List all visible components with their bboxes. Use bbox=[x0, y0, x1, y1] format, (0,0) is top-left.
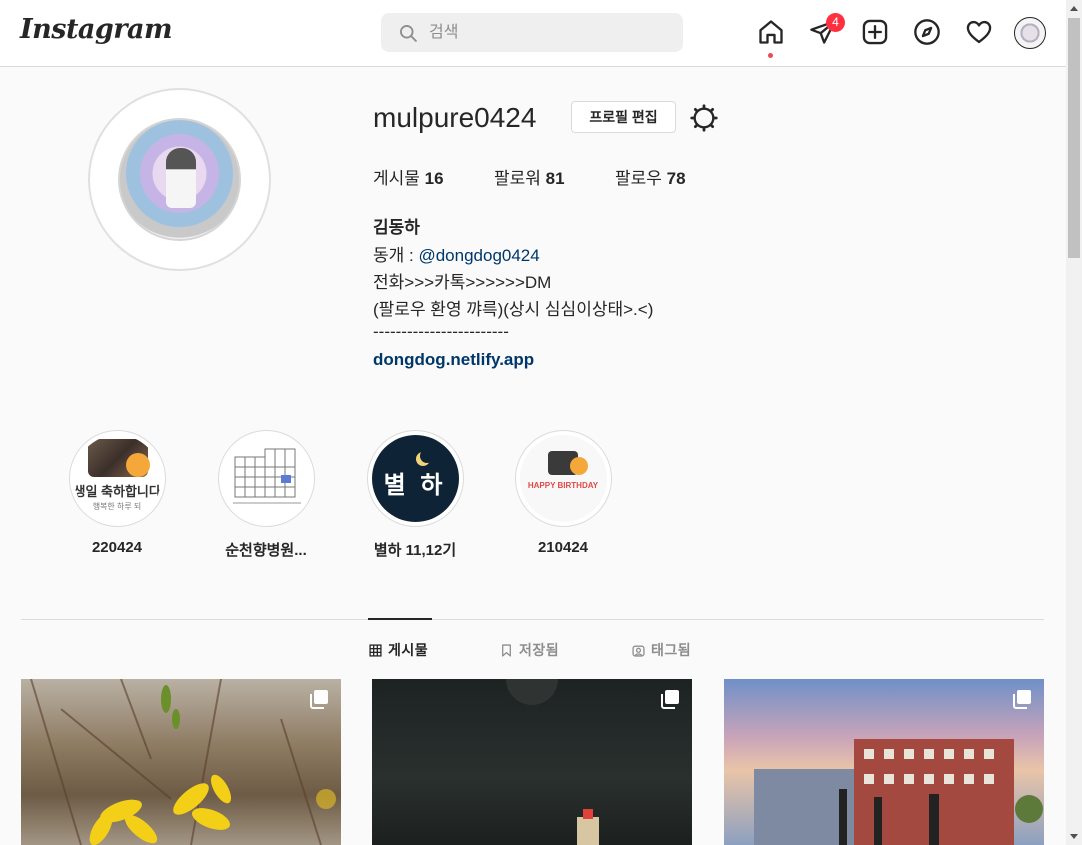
profile-picture-ring[interactable] bbox=[88, 88, 271, 271]
multiple-photos-icon bbox=[660, 689, 680, 709]
search-icon bbox=[400, 25, 417, 42]
highlight-cover-ring: HAPPY BIRTHDAY bbox=[514, 430, 612, 527]
highlight-item[interactable]: 별 하 별하 11,12기 bbox=[355, 430, 475, 560]
edit-profile-button[interactable]: 프로필 편집 bbox=[571, 101, 676, 133]
tab-saved[interactable]: 저장됨 bbox=[500, 640, 559, 660]
post-thumbnail[interactable] bbox=[372, 679, 692, 845]
highlight-cover-text: 생일 축하합니다 bbox=[73, 484, 161, 499]
settings-gear-icon[interactable] bbox=[690, 104, 718, 132]
bio-line-1-prefix: 동개 : bbox=[373, 246, 419, 265]
highlight-item[interactable]: 순천향병원... bbox=[206, 430, 326, 560]
highlight-cover-image bbox=[222, 435, 310, 522]
tag-icon bbox=[632, 645, 645, 657]
following-stat-count: 78 bbox=[666, 169, 686, 188]
activity-heart-icon[interactable] bbox=[965, 18, 993, 46]
following-stat[interactable]: 팔로우 78 bbox=[615, 164, 686, 189]
highlight-cover-text: HAPPY BIRTHDAY bbox=[527, 481, 599, 490]
tab-posts[interactable]: 게시물 bbox=[369, 640, 428, 660]
highlight-cover-image: 별 하 bbox=[371, 435, 459, 522]
night-sky-image bbox=[506, 679, 599, 845]
page-scrollbar[interactable] bbox=[1066, 0, 1082, 845]
bio-line-2: 전화>>>카톡>>>>>>DM bbox=[373, 273, 552, 292]
school-building-image bbox=[754, 739, 1043, 845]
forsythia-flower-image bbox=[30, 679, 336, 845]
dm-unread-badge: 4 bbox=[826, 13, 845, 32]
highlight-cover-image: HAPPY BIRTHDAY bbox=[519, 435, 607, 522]
active-tab-indicator bbox=[368, 618, 432, 620]
bio-line-1: 동개 : @dongdog0424 bbox=[373, 241, 540, 266]
highlight-cover-ring: 별 하 bbox=[366, 430, 464, 527]
new-post-icon[interactable] bbox=[861, 18, 889, 46]
posts-stat-label: 게시물 bbox=[373, 169, 420, 188]
highlight-item[interactable]: 생일 축하합니다 행복한 하루 되 220424 bbox=[57, 430, 177, 556]
tab-tagged[interactable]: 태그됨 bbox=[632, 640, 691, 660]
highlight-label: 210424 bbox=[537, 539, 589, 556]
profile-username: mulpure0424 bbox=[373, 102, 537, 133]
posts-stat-count: 16 bbox=[424, 169, 444, 188]
search-input[interactable] bbox=[429, 13, 669, 52]
tabs-divider bbox=[21, 619, 1044, 620]
highlight-cover-text: 별 하 bbox=[383, 472, 447, 499]
scroll-thumb[interactable] bbox=[1068, 18, 1080, 258]
grid-icon bbox=[369, 643, 382, 657]
top-nav-bar: Instagram 4 bbox=[0, 0, 1066, 67]
highlight-cover-subtext: 행복한 하루 되 bbox=[92, 502, 142, 511]
profile-website-link[interactable]: dongdog.netlify.app bbox=[373, 350, 534, 370]
search-box[interactable] bbox=[381, 13, 683, 52]
nav-profile-avatar[interactable] bbox=[1014, 17, 1046, 49]
home-icon[interactable] bbox=[757, 18, 785, 46]
highlight-item[interactable]: HAPPY BIRTHDAY 210424 bbox=[503, 430, 623, 556]
highlight-label: 순천향병원... bbox=[225, 542, 307, 559]
tab-saved-label: 저장됨 bbox=[519, 642, 560, 658]
following-stat-label: 팔로우 bbox=[615, 169, 662, 188]
bio-mention-link[interactable]: @dongdog0424 bbox=[418, 246, 539, 265]
multiple-photos-icon bbox=[1012, 689, 1032, 709]
post-thumbnail[interactable] bbox=[724, 679, 1044, 845]
highlight-cover-ring bbox=[217, 430, 315, 527]
explore-icon[interactable] bbox=[913, 18, 941, 46]
highlight-label: 별하 11,12기 bbox=[373, 542, 457, 559]
profile-full-name: 김동하 bbox=[373, 218, 420, 237]
bio-line-4: ------------------------ bbox=[373, 322, 509, 341]
highlight-cover-ring: 생일 축하합니다 행복한 하루 되 bbox=[68, 430, 166, 527]
multiple-photos-icon bbox=[309, 689, 329, 709]
posts-stat: 게시물 16 bbox=[373, 164, 444, 189]
profile-picture-figure bbox=[166, 148, 196, 208]
profile-picture[interactable] bbox=[118, 118, 241, 241]
bookmark-icon bbox=[502, 643, 511, 657]
home-active-dot bbox=[768, 53, 773, 58]
followers-stat-label: 팔로워 bbox=[494, 169, 541, 188]
tab-posts-label: 게시물 bbox=[388, 642, 429, 658]
instagram-logo[interactable]: Instagram bbox=[20, 14, 173, 45]
post-thumbnail[interactable] bbox=[21, 679, 341, 845]
tab-tagged-label: 태그됨 bbox=[651, 642, 692, 658]
followers-stat-count: 81 bbox=[545, 169, 565, 188]
followers-stat[interactable]: 팔로워 81 bbox=[494, 164, 565, 189]
scroll-up-arrow-icon[interactable] bbox=[1070, 6, 1078, 11]
bio-line-3: (팔로우 환영 꺄륵)(상시 심심이상태>.<) bbox=[373, 300, 654, 319]
scroll-down-arrow-icon[interactable] bbox=[1070, 834, 1078, 839]
highlight-cover-image: 생일 축하합니다 행복한 하루 되 bbox=[73, 435, 161, 522]
highlight-label: 220424 bbox=[91, 539, 143, 556]
